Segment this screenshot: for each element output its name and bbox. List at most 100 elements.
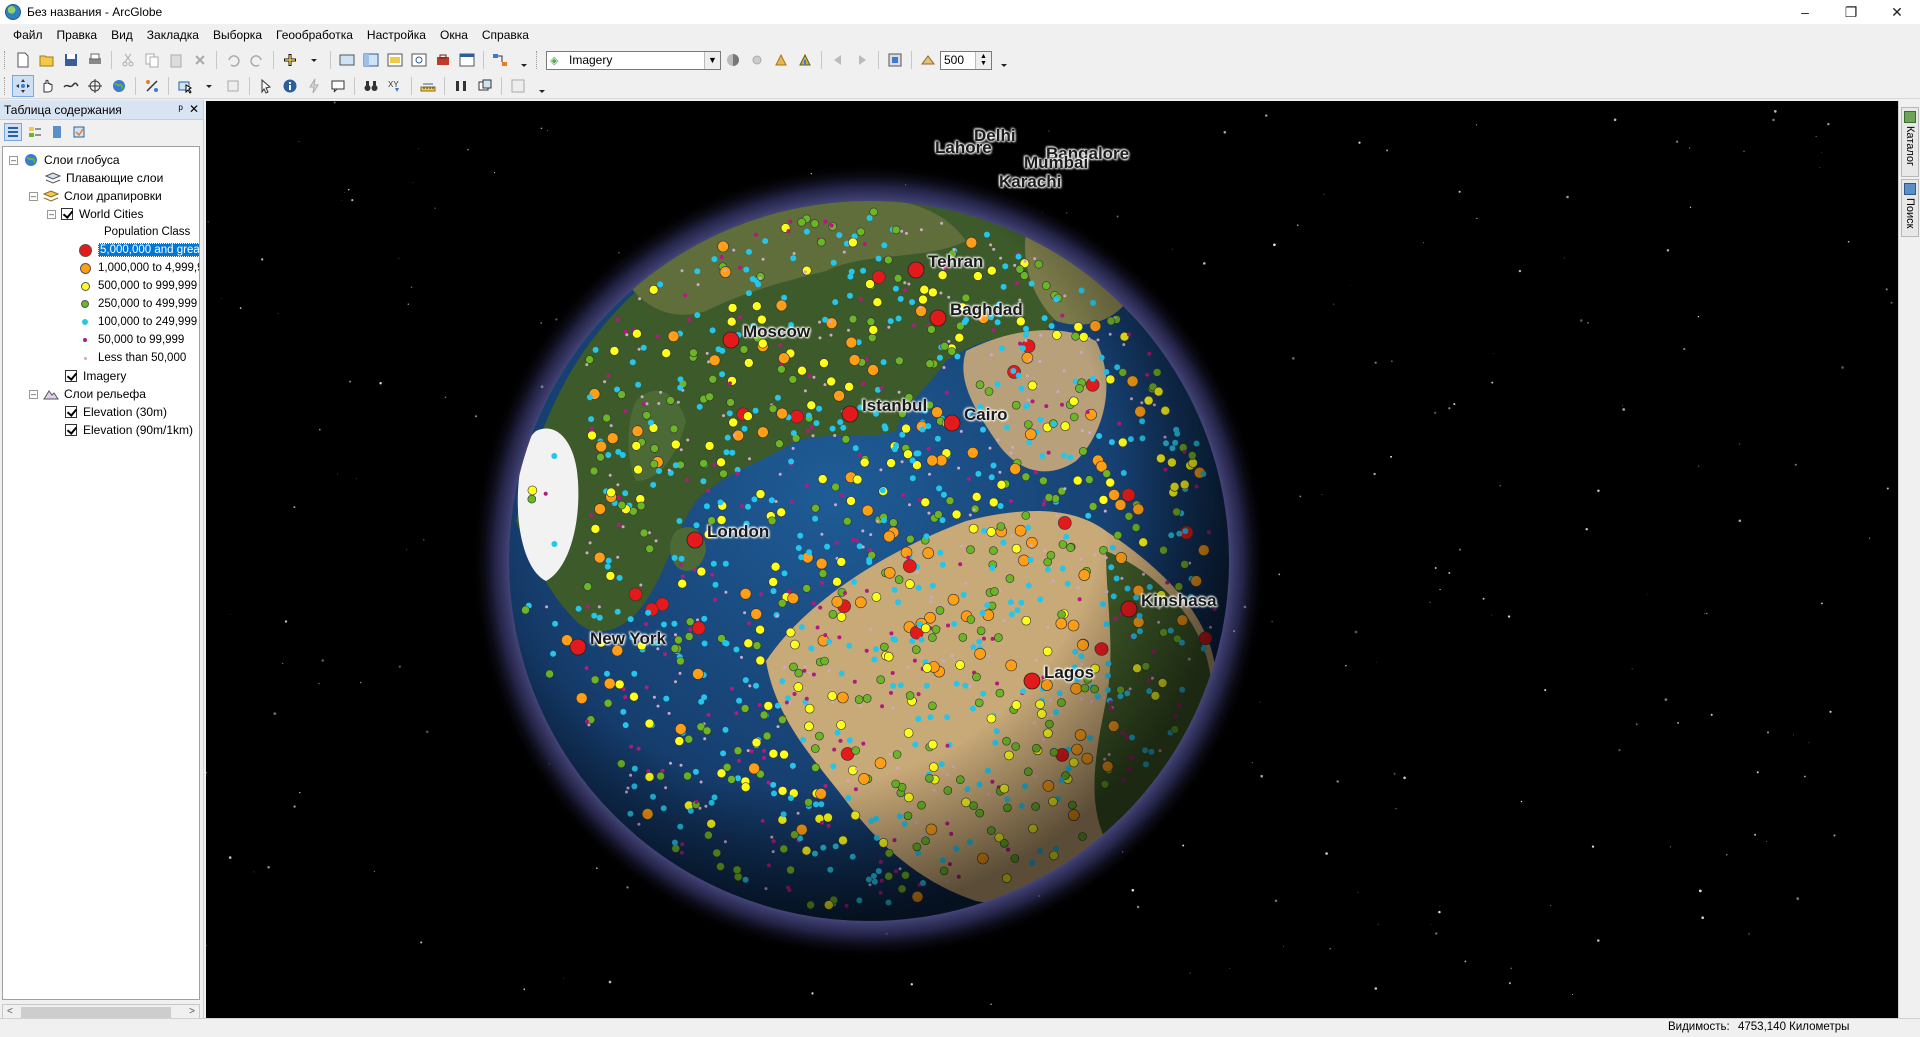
scroll-left-icon[interactable]: < [7,1006,13,1017]
add-data-button[interactable] [279,49,301,71]
collapse-icon[interactable]: – [47,209,56,219]
tree-node-imagery[interactable]: Imagery [65,367,126,385]
open-button[interactable] [36,49,58,71]
view-settings-button[interactable] [884,49,906,71]
fly-tool[interactable] [60,75,82,97]
full-extent-button[interactable] [336,49,358,71]
tree-node-draped-layers[interactable]: – Слои драпировки [29,187,162,205]
visibility-checkbox[interactable] [65,424,77,436]
list-by-source-button[interactable] [26,123,44,141]
legend-item[interactable]: 50,000 to 99,999 [77,331,184,349]
tree-node-elevation-layers[interactable]: – Слои рельефа [29,385,146,403]
scroll-right-icon[interactable]: > [189,1006,195,1017]
full-globe-button[interactable] [108,75,130,97]
navigate-tool[interactable] [12,74,34,97]
zoom-tool[interactable] [141,75,163,97]
catalog-window-button[interactable] [384,49,406,71]
python-window-button[interactable] [456,49,478,71]
brightness-button[interactable] [746,49,768,71]
toolbar2-options-dropdown[interactable] [531,75,553,97]
pan-tool[interactable] [36,75,58,97]
html-popup-tool[interactable] [327,75,349,97]
swipe-button[interactable] [794,49,816,71]
toolbar-grip[interactable] [4,76,7,95]
undo-button[interactable] [222,49,244,71]
contrast-button[interactable] [722,49,744,71]
select-features-dropdown[interactable] [198,75,220,97]
select-elements-tool[interactable] [255,75,277,97]
menu-file[interactable]: Файл [6,24,50,46]
menu-bookmarks[interactable]: Закладка [140,24,206,46]
table-of-contents-button[interactable] [360,49,382,71]
spinner-arrows-icon[interactable]: ▲ ▼ [975,51,991,69]
print-button[interactable] [84,49,106,71]
go-to-xy-button[interactable]: XY [384,75,406,97]
catalog-dock-tab[interactable]: Каталог [1901,107,1919,177]
model-builder-button[interactable] [489,49,511,71]
menu-customize[interactable]: Настройка [360,24,433,46]
delete-button[interactable] [189,49,211,71]
measure-tool[interactable] [417,75,439,97]
viewer-button[interactable] [507,75,529,97]
new-document-button[interactable] [12,49,34,71]
layer-select[interactable]: ◈ Imagery ▼ [546,50,721,70]
paste-button[interactable] [165,49,187,71]
legend-item[interactable]: 100,000 to 249,999 [77,313,197,331]
menu-edit[interactable]: Правка [50,24,105,46]
identify-tool[interactable] [279,75,301,97]
find-button[interactable] [360,75,382,97]
legend-item[interactable]: 250,000 to 499,999 [77,295,197,313]
toolbar-grip[interactable] [4,51,7,69]
major-city-point[interactable] [915,148,931,164]
pin-icon[interactable]: ᵖ [178,102,183,116]
tree-node-elevation-30m[interactable]: Elevation (30m) [65,403,167,421]
menu-view[interactable]: Вид [104,24,140,46]
animation-button[interactable] [474,75,496,97]
list-by-drawing-order-button[interactable] [4,123,22,141]
close-icon[interactable]: ✕ [189,102,199,116]
toolbar-grip[interactable] [536,51,539,69]
globe-view[interactable]: Delhi Lahore Bangalore Mumbai Karachi Te… [206,101,1898,1018]
tree-node-world-cities[interactable]: – World Cities [47,205,143,223]
restore-button[interactable]: ❐ [1828,0,1874,24]
minimize-button[interactable]: – [1782,0,1828,24]
collapse-icon[interactable]: – [9,155,18,165]
tree-node-globe-layers[interactable]: – Слои глобуса [9,151,120,169]
copy-button[interactable] [141,49,163,71]
arctoolbox-button[interactable] [432,49,454,71]
select-features-tool[interactable] [174,75,196,97]
menu-selection[interactable]: Выборка [206,24,269,46]
menu-geoprocessing[interactable]: Геообработка [269,24,360,46]
previous-extent-button[interactable] [827,49,849,71]
visibility-checkbox[interactable] [65,406,77,418]
visibility-checkbox[interactable] [61,208,73,220]
hyperlink-tool[interactable] [303,75,325,97]
collapse-icon[interactable]: – [29,191,38,201]
altitude-button[interactable] [917,49,939,71]
cut-button[interactable] [117,49,139,71]
legend-item[interactable]: 1,000,000 to 4,999,9 [77,259,199,277]
visibility-checkbox[interactable] [65,370,77,382]
menu-help[interactable]: Справка [475,24,536,46]
center-target-tool[interactable] [84,75,106,97]
more-tools-dropdown[interactable] [513,49,535,71]
time-slider-button[interactable] [450,75,472,97]
globe-canvas[interactable] [206,101,1898,1018]
redo-button[interactable] [246,49,268,71]
collapse-icon[interactable]: – [29,389,38,399]
tree-node-elevation-90m[interactable]: Elevation (90m/1km) [65,421,193,439]
legend-item[interactable]: 500,000 to 999,999 [77,277,197,295]
close-button[interactable]: ✕ [1874,0,1920,24]
toolbar-options-dropdown[interactable] [993,49,1015,71]
clear-selection-button[interactable] [222,75,244,97]
transparency-button[interactable] [770,49,792,71]
next-extent-button[interactable] [851,49,873,71]
legend-item[interactable]: Less than 50,000 [77,349,186,367]
save-button[interactable] [60,49,82,71]
chevron-down-icon[interactable]: ▼ [704,51,720,69]
tree-node-floating-layers[interactable]: Плавающие слои [45,169,163,187]
list-by-visibility-button[interactable] [48,123,66,141]
list-by-selection-button[interactable] [70,123,88,141]
search-dock-tab[interactable]: Поиск [1901,179,1919,237]
search-window-button[interactable] [408,49,430,71]
